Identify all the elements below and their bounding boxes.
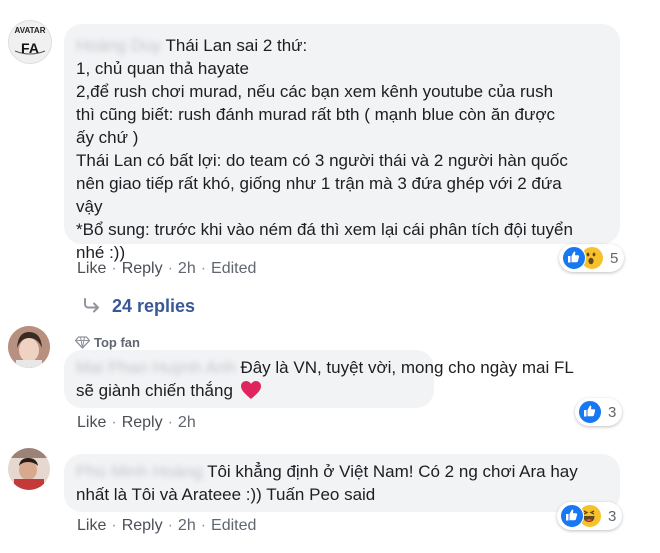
- edited-label[interactable]: Edited: [211, 260, 256, 277]
- avatar-label-top: AVATAR: [14, 26, 46, 35]
- view-replies-link[interactable]: 24 replies: [82, 296, 195, 318]
- separator-dot: ·: [111, 414, 117, 431]
- comment-author[interactable]: Mai Phan Huỳnh Anh: [76, 358, 236, 377]
- separator-dot: ·: [167, 260, 173, 277]
- comment-text: sẽ giành chiến thắng: [76, 381, 233, 400]
- reaction-summary[interactable]: 3: [575, 398, 623, 426]
- comment-line: Mai Phan Huỳnh Anh Đây là VN, tuyệt vời,…: [76, 356, 574, 379]
- avatar[interactable]: AVATAR FA: [8, 20, 52, 64]
- comment-text: nhất là Tôi và Arateee :)) Tuấn Peo said: [76, 485, 376, 504]
- timestamp[interactable]: 2h: [178, 517, 196, 534]
- comment-text: ấy chứ ): [76, 128, 139, 147]
- separator-dot: ·: [167, 517, 173, 534]
- comment-line: sẽ giành chiến thắng: [76, 379, 574, 406]
- timestamp[interactable]: 2h: [178, 260, 196, 277]
- like-link[interactable]: Like: [77, 260, 106, 277]
- comment-text: Đây là VN, tuyệt vời, mong cho ngày mai …: [240, 358, 574, 377]
- like-icon: [560, 504, 584, 528]
- comment-author[interactable]: Hoàng Duy: [76, 36, 161, 55]
- separator-dot: ·: [167, 414, 173, 431]
- reply-link[interactable]: Reply: [122, 260, 163, 277]
- comment-bubble: Hoàng Duy Thái Lan sai 2 thứ: 1, chủ qua…: [64, 24, 620, 262]
- comment-text: *Bổ sung: trước khi vào ném đá thì xem l…: [76, 220, 573, 239]
- avatar[interactable]: [8, 448, 50, 490]
- comment-text: 1, chủ quan thả hayate: [76, 59, 249, 78]
- badge-label: Top fan: [94, 335, 140, 350]
- avatar[interactable]: [8, 326, 50, 368]
- avatar-label-bottom: FA: [21, 40, 39, 56]
- reply-link[interactable]: Reply: [122, 414, 163, 431]
- comment-actions: Like · Reply · 2h: [77, 414, 196, 432]
- comment-line: Phú Minh Hoàng Tôi khẳng định ở Việt Nam…: [76, 460, 578, 483]
- reply-link[interactable]: Reply: [122, 517, 163, 534]
- comment-actions: Like · Reply · 2h · Edited: [77, 260, 256, 278]
- comment-text: 2,để rush chơi murad, nếu các bạn xem kê…: [76, 82, 554, 101]
- separator-dot: ·: [200, 517, 207, 534]
- reply-arrow-icon: [82, 297, 102, 318]
- heart-icon: [240, 380, 262, 406]
- reaction-summary[interactable]: 3: [557, 502, 623, 530]
- replies-count-label: 24 replies: [112, 296, 196, 316]
- like-icon: [578, 400, 602, 424]
- separator-dot: ·: [200, 260, 207, 277]
- comment-actions: Like · Reply · 2h · Edited: [77, 517, 256, 535]
- reaction-count: 5: [610, 249, 619, 267]
- comment-text: vậy: [76, 197, 103, 216]
- like-link[interactable]: Like: [77, 414, 106, 431]
- separator-dot: ·: [111, 260, 117, 277]
- like-link[interactable]: Like: [77, 517, 106, 534]
- comment-bubble: Phú Minh Hoàng Tôi khẳng định ở Việt Nam…: [64, 454, 620, 512]
- reaction-count: 3: [608, 403, 617, 421]
- edited-label[interactable]: Edited: [211, 517, 256, 534]
- comment-text: Tôi khẳng định ở Việt Nam! Có 2 ng chơi …: [207, 462, 578, 481]
- comment-line: Hoàng Duy Thái Lan sai 2 thứ:: [76, 34, 573, 57]
- reaction-count: 3: [608, 507, 617, 525]
- comment-bubble: Mai Phan Huỳnh Anh Đây là VN, tuyệt vời,…: [64, 350, 574, 408]
- comment-text: thì cũng biết: rush đánh murad rất bth (…: [76, 105, 555, 124]
- like-icon: [562, 246, 586, 270]
- reaction-summary[interactable]: 5: [559, 244, 625, 272]
- comment-text: Thái Lan có bất lợi: do team có 3 người …: [76, 151, 568, 170]
- comment-text: Thái Lan sai 2 thứ:: [165, 36, 308, 55]
- comment-text: nên giao tiếp rất khó, giống như 1 trận …: [76, 174, 562, 193]
- comment-author[interactable]: Phú Minh Hoàng: [76, 462, 203, 481]
- separator-dot: ·: [111, 517, 117, 534]
- timestamp[interactable]: 2h: [178, 414, 196, 431]
